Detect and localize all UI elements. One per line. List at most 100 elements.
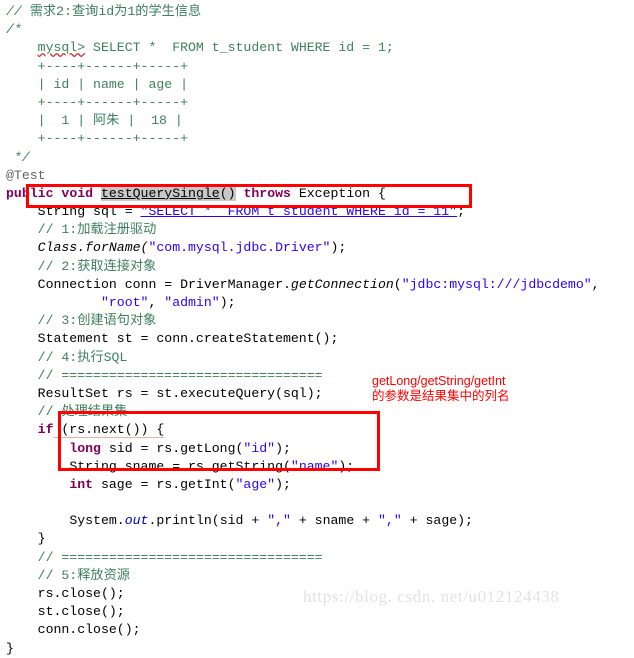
code-line: // 3:创建语句对象	[6, 312, 632, 330]
jdbc-url-string: "jdbc:mysql:///jdbcdemo"	[401, 276, 592, 292]
code-line: }	[6, 530, 632, 548]
table-border: +----+------+-----+	[37, 131, 189, 147]
step-3-comment: // 3:创建语句对象	[37, 313, 157, 329]
variable-sql: sql =	[85, 204, 141, 220]
if-condition: (rs.next()) {	[53, 422, 165, 439]
sql-query-text: SELECT * FROM t_student WHERE id = 1;	[85, 40, 394, 56]
code-line: ResultSet rs = st.executeQuery(sql);	[6, 385, 632, 403]
table-data-row: | 1 | 阿朱 | 18 |	[37, 113, 183, 129]
process-result-comment: // 处理结果集	[37, 404, 128, 420]
column-age-string: "age"	[235, 476, 276, 492]
annotation-note-getters: getLong/getString/getInt 的参数是结果集中的列名	[372, 374, 510, 404]
code-line: // 1:加载注册驱动	[6, 221, 632, 239]
column-id-string: "id"	[243, 440, 276, 456]
call-tail: );	[338, 458, 355, 474]
statement-decl: Statement st = conn.createStatement();	[37, 331, 339, 347]
db-password-string: "admin"	[164, 295, 220, 310]
st-close-call: st.close();	[37, 604, 125, 620]
code-line: Connection conn = DriverManager.getConne…	[6, 276, 632, 294]
code-line: Class.forName("com.mysql.jdbc.Driver");	[6, 239, 632, 257]
code-line: public void testQuerySingle() throws Exc…	[6, 185, 632, 203]
separator-comment: // =================================	[37, 367, 323, 383]
code-line: +----+------+-----+	[6, 94, 632, 112]
concat-sage: + sage);	[401, 513, 473, 529]
csdn-watermark: https://blog. csdn. net/u012124438	[303, 587, 560, 606]
exception-type: Exception	[298, 185, 371, 201]
method-params: ()	[219, 185, 236, 201]
code-line: // 2:获取连接对象	[6, 258, 632, 276]
comma: ,	[148, 295, 165, 310]
code-line: conn.close();	[6, 621, 632, 639]
rs-close-call: rs.close();	[37, 586, 125, 601]
keyword-public: public	[6, 185, 54, 201]
keyword-void: void	[61, 185, 94, 201]
type-string: String	[69, 458, 117, 474]
table-border: +----+------+-----+	[37, 94, 189, 110]
step-2-comment: // 2:获取连接对象	[37, 258, 157, 274]
step-5-comment: // 5:释放资源	[37, 567, 130, 583]
block-comment-close: */	[6, 149, 30, 165]
block-comment-open: /*	[6, 22, 22, 38]
separator-comment: // =================================	[37, 549, 323, 565]
code-line: String sql = "SELECT * FROM t_student WH…	[6, 203, 632, 221]
code-line: // 4:执行SQL	[6, 349, 632, 367]
code-line: System.out.println(sid + "," + sname + "…	[6, 512, 632, 530]
getint-call: sage = rs.getInt(	[93, 476, 236, 492]
close-brace: }	[37, 531, 46, 547]
code-content[interactable]: // 需求2:查询id为1的学生信息 /* mysql> SELECT * FR…	[6, 3, 632, 658]
concat-sname: + sname +	[290, 513, 378, 529]
out-field: out	[124, 513, 149, 529]
method-name-testquerysingle[interactable]: testQuerySingle	[100, 185, 220, 201]
step-4-comment: // 4:执行SQL	[37, 349, 128, 365]
comment-slashes: //	[6, 4, 30, 19]
code-line: +----+------+-----+	[6, 58, 632, 76]
test-annotation: @Test	[6, 167, 46, 183]
table-border: +----+------+-----+	[37, 58, 189, 74]
comment-text: 需求2:查询id为1的学生信息	[29, 4, 202, 19]
code-line: "root", "admin");	[6, 294, 632, 312]
code-editor-screenshot: // 需求2:查询id为1的学生信息 /* mysql> SELECT * FR…	[0, 0, 634, 656]
mysql-prompt: mysql>	[37, 40, 86, 56]
semicolon: ;	[457, 204, 466, 220]
code-line: // 5:释放资源	[6, 567, 632, 585]
db-username-string: "root"	[100, 295, 149, 310]
call-tail: );	[275, 476, 291, 492]
code-line: // 需求2:查询id为1的学生信息	[6, 3, 632, 21]
getconnection-method: getConnection	[290, 276, 394, 292]
code-line: | 1 | 阿朱 | 18 |	[6, 112, 632, 130]
getlong-call: sid = rs.getLong(	[100, 440, 244, 456]
connection-decl: Connection conn = DriverManager.	[37, 276, 291, 292]
resultset-decl: ResultSet rs = st.executeQuery(sql);	[37, 385, 323, 401]
keyword-long: long	[69, 440, 101, 456]
code-line: /*	[6, 21, 632, 39]
code-line: +----+------+-----+	[6, 130, 632, 148]
call-tail: );	[275, 440, 291, 456]
code-line: }	[6, 640, 632, 658]
code-line: @Test	[6, 167, 632, 185]
